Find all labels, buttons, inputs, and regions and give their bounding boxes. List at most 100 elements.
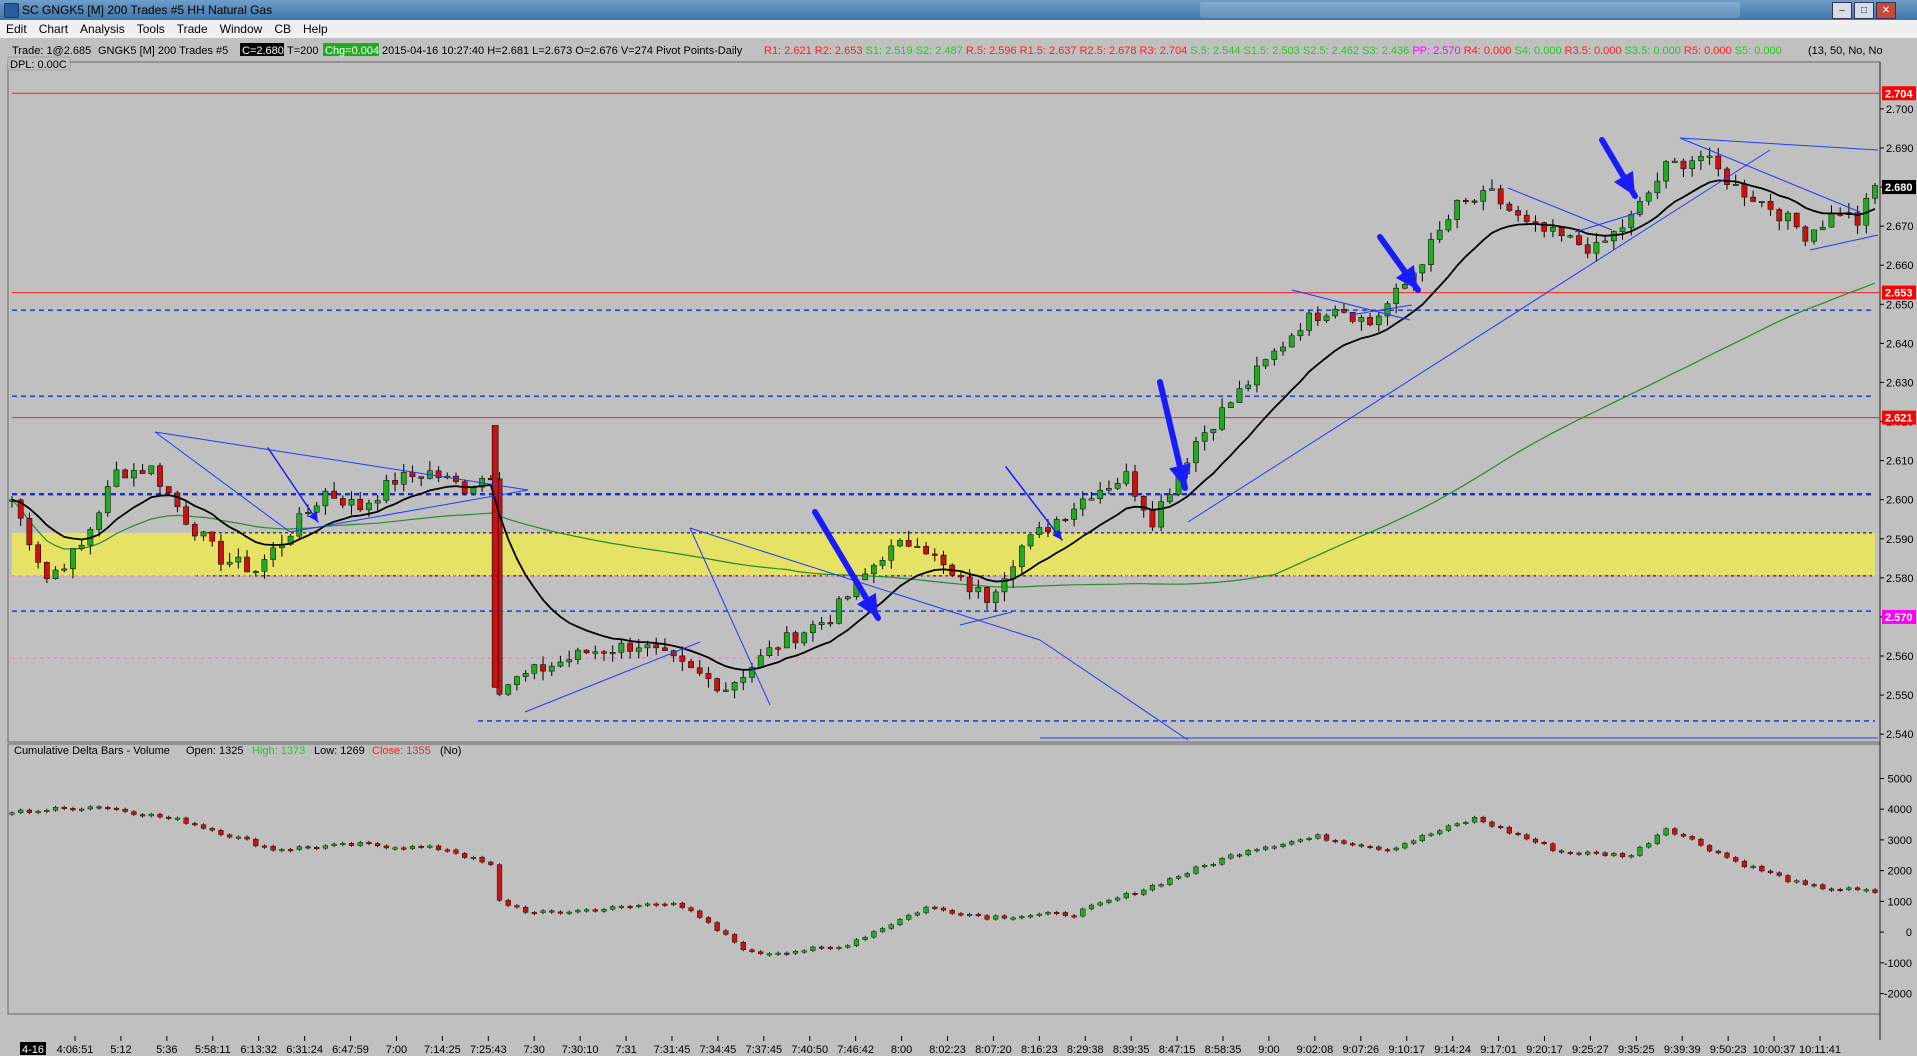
bear-candle [792,632,799,644]
bear-candle [583,649,590,654]
bear-candle [714,678,721,692]
bear-candle [357,499,364,511]
time-tick-label: 8:29:38 [1067,1044,1104,1056]
delta-bar [740,942,746,951]
delta-bar [914,912,920,916]
delta-bar [1062,912,1068,916]
time-tick-label: 5:12 [110,1044,131,1056]
delta-bar [801,950,807,953]
bull-candle [522,673,529,677]
bear-candle [705,673,712,679]
time-tick-label: 9:39:39 [1664,1044,1701,1056]
price-panel[interactable] [7,61,1881,743]
delta-flag: (No) [440,745,461,757]
bear-candle [931,553,938,556]
delta-bar [1219,858,1225,865]
maximize-button[interactable]: □ [1854,2,1874,19]
delta-bar [958,913,964,916]
bear-candle [1750,196,1756,202]
date-badge-label: 4-16 [22,1044,44,1056]
bear-candle [966,576,973,593]
menu-tools[interactable]: Tools [131,20,171,36]
delta-bar [44,809,50,812]
bull-candle [1219,407,1225,430]
delta-bar [888,924,894,929]
bull-candle [1489,188,1495,191]
chart-area[interactable]: 2.700 2.690 2.680 2.670 2.660 2.650 2.640 2.630… [0,38,1917,1056]
time-tick-label: 9:07:26 [1342,1044,1379,1056]
delta-bar [35,810,41,813]
delta-bar [357,842,363,846]
bear-candle [174,492,181,507]
delta-bar [871,931,877,938]
delta-bar [105,807,111,810]
menu-bar: Edit Chart Analysis Tools Trade Window CB Help [0,20,1917,39]
bull-candle [505,684,512,695]
bull-candle [1271,350,1278,360]
pivot-value: R3: 2.704 [1136,45,1187,57]
bull-candle [1402,284,1408,289]
delta-bar [1210,863,1216,866]
delta-bar [1593,851,1600,854]
time-tick-label: 9:25:27 [1572,1044,1609,1056]
delta-bar [1088,904,1095,910]
bull-candle [888,545,895,561]
delta-bar [1123,892,1129,899]
change-badge: Chg=0.004 [325,45,379,57]
delta-bar [1228,854,1234,859]
bull-candle [1550,227,1556,232]
bull-candle [235,556,242,563]
delta-bar [1698,838,1704,846]
bull-candle [609,652,616,655]
delta-bar [1141,889,1147,895]
menu-cb[interactable]: CB [268,20,297,36]
bear-candle [1767,201,1774,210]
bear-candle [627,642,633,652]
menu-edit[interactable]: Edit [0,20,33,36]
bull-candle [644,644,651,649]
delta-bar [714,922,720,931]
bear-candle [139,470,146,474]
bear-candle [827,622,834,625]
delta-bar [200,824,207,829]
delta-bar [1271,846,1277,849]
menu-window[interactable]: Window [214,20,269,36]
delta-bar [1175,876,1182,879]
delta-bar [1402,843,1408,849]
bull-candle [1602,240,1608,243]
bull-candle [871,565,877,575]
menu-help[interactable]: Help [297,20,334,36]
pivot-value: S2.5: 2.462 [1300,45,1359,57]
menu-analysis[interactable]: Analysis [74,20,131,36]
bear-candle [1558,227,1565,236]
delta-bar [1332,840,1338,843]
time-tick-label: 6:31:24 [286,1044,323,1056]
close-button[interactable]: ✕ [1876,2,1896,19]
bear-candle [331,490,337,499]
delta-bar [122,808,128,812]
pivot-value: R1.5: 2.637 [1017,45,1077,57]
delta-bar [775,952,781,955]
delta-bar [627,906,633,909]
time-tick-label: 9:35:25 [1618,1044,1655,1056]
time-tick-label: 7:31 [615,1044,636,1056]
menu-trade[interactable]: Trade [171,20,214,36]
delta-panel[interactable] [7,743,1881,1015]
time-tick-label: 4:06:51 [57,1044,94,1056]
time-tick-label: 8:07:20 [975,1044,1012,1056]
bull-candle [374,500,381,504]
bear-candle [1062,519,1069,522]
menu-chart[interactable]: Chart [33,20,74,36]
bear-candle [1367,317,1373,326]
delta-bar [61,807,67,809]
bull-candle [1227,402,1234,409]
bull-candle [78,544,85,549]
price-tick-label: 2.590 [1886,534,1914,546]
minimize-button[interactable]: – [1832,2,1852,19]
pivot-value: R2.5: 2.678 [1077,45,1137,57]
delta-bar [557,911,564,914]
bull-candle [366,502,372,511]
delta-bar [79,808,85,811]
bear-candle [1515,210,1521,216]
bear-candle [1471,200,1478,203]
